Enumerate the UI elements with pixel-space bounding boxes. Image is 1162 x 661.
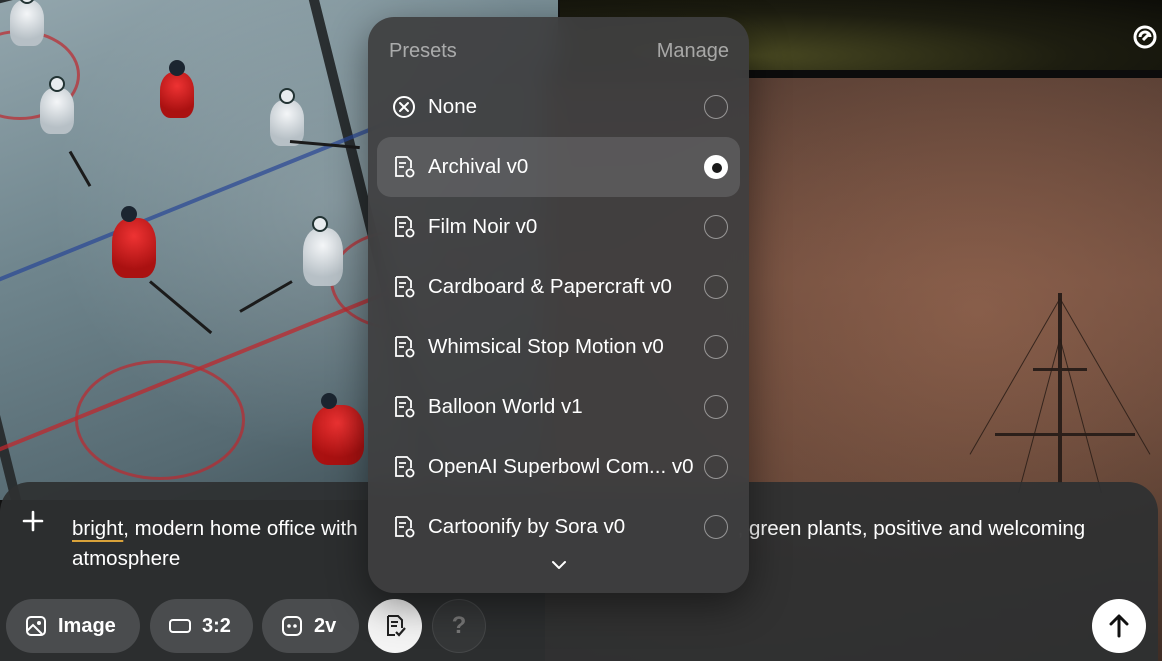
preset-icon (395, 276, 415, 298)
ship-rigging (1059, 298, 1151, 455)
swirl-logo-icon (1132, 24, 1158, 50)
preset-checklist-icon (387, 615, 406, 637)
ship-rigging (969, 298, 1061, 455)
image-icon (26, 616, 46, 636)
preset-item-none[interactable]: None (377, 77, 740, 137)
ship-mast (1058, 293, 1062, 483)
media-type-label: Image (58, 614, 116, 637)
media-type-button[interactable]: Image (6, 599, 140, 653)
preset-icon (395, 516, 415, 538)
preset-label: Archival v0 (428, 155, 529, 178)
preset-icon (395, 396, 415, 418)
presets-popover: Presets Manage None Archival v0 Film Noi… (368, 17, 749, 593)
ship-yard (995, 433, 1135, 436)
faceoff-circle (75, 360, 245, 480)
arrow-up-icon (1109, 614, 1129, 638)
help-button[interactable]: ? (432, 599, 486, 653)
preset-item-cardboard[interactable]: Cardboard & Papercraft v0 (377, 257, 740, 317)
player-red (112, 206, 156, 278)
chevron-down-icon[interactable] (549, 557, 569, 573)
manage-presets-link[interactable]: Manage (657, 40, 729, 66)
help-label: ? (451, 612, 467, 639)
aspect-ratio-icon (169, 619, 191, 633)
prompt-text-segment: , modern home office with (123, 517, 358, 540)
player-white (10, 0, 44, 46)
preset-item-superbowl[interactable]: OpenAI Superbowl Com... v0 (377, 437, 740, 497)
presets-header: Presets Manage (389, 40, 729, 66)
preset-label: Balloon World v1 (428, 395, 583, 418)
preset-radio-selected[interactable] (704, 155, 728, 179)
variations-icon (282, 616, 302, 636)
player-red (160, 60, 194, 118)
preset-icon (395, 456, 415, 478)
preset-radio[interactable] (704, 275, 728, 299)
misspelled-word[interactable]: bright (72, 517, 123, 540)
presets-button[interactable] (368, 599, 422, 653)
preset-icon (395, 336, 415, 358)
player-white (303, 216, 343, 286)
preset-radio[interactable] (704, 515, 728, 539)
variations-label: 2v (314, 614, 337, 637)
preset-label: Film Noir v0 (428, 215, 538, 238)
player-red (312, 393, 364, 465)
variations-button[interactable]: 2v (262, 599, 359, 653)
preset-radio[interactable] (704, 395, 728, 419)
preset-item-cartoonify[interactable]: Cartoonify by Sora v0 (377, 497, 740, 557)
preset-item-balloon-world[interactable]: Balloon World v1 (377, 377, 740, 437)
presets-title: Presets (389, 40, 457, 62)
circle-x-icon (393, 96, 415, 118)
preset-item-stop-motion[interactable]: Whimsical Stop Motion v0 (377, 317, 740, 377)
preset-item-archival[interactable]: Archival v0 (377, 137, 740, 197)
prompt-text-segment: atmosphere (72, 547, 181, 570)
add-attachment-button[interactable] (16, 506, 50, 540)
preset-label: OpenAI Superbowl Com... v0 (428, 455, 694, 478)
submit-button[interactable] (1092, 599, 1146, 653)
plus-icon (22, 510, 44, 532)
aspect-ratio-label: 3:2 (202, 614, 231, 637)
preset-radio[interactable] (704, 95, 728, 119)
preset-label: None (428, 95, 478, 118)
preset-icon (395, 216, 415, 238)
player-white (40, 76, 74, 134)
preset-icon (395, 156, 415, 178)
preset-label: Cardboard & Papercraft v0 (428, 275, 672, 298)
ship-yard (1033, 368, 1087, 371)
aspect-ratio-button[interactable]: 3:2 (150, 599, 253, 653)
preset-label: Cartoonify by Sora v0 (428, 515, 626, 538)
preset-radio[interactable] (704, 215, 728, 239)
preset-label: Whimsical Stop Motion v0 (428, 335, 664, 358)
player-white (270, 88, 304, 146)
ship-rigging (1018, 338, 1061, 494)
preset-radio[interactable] (704, 455, 728, 479)
prompt-text-segment: , green plants, positive and welcoming (737, 517, 1086, 540)
preset-radio[interactable] (704, 335, 728, 359)
preset-item-film-noir[interactable]: Film Noir v0 (377, 197, 740, 257)
